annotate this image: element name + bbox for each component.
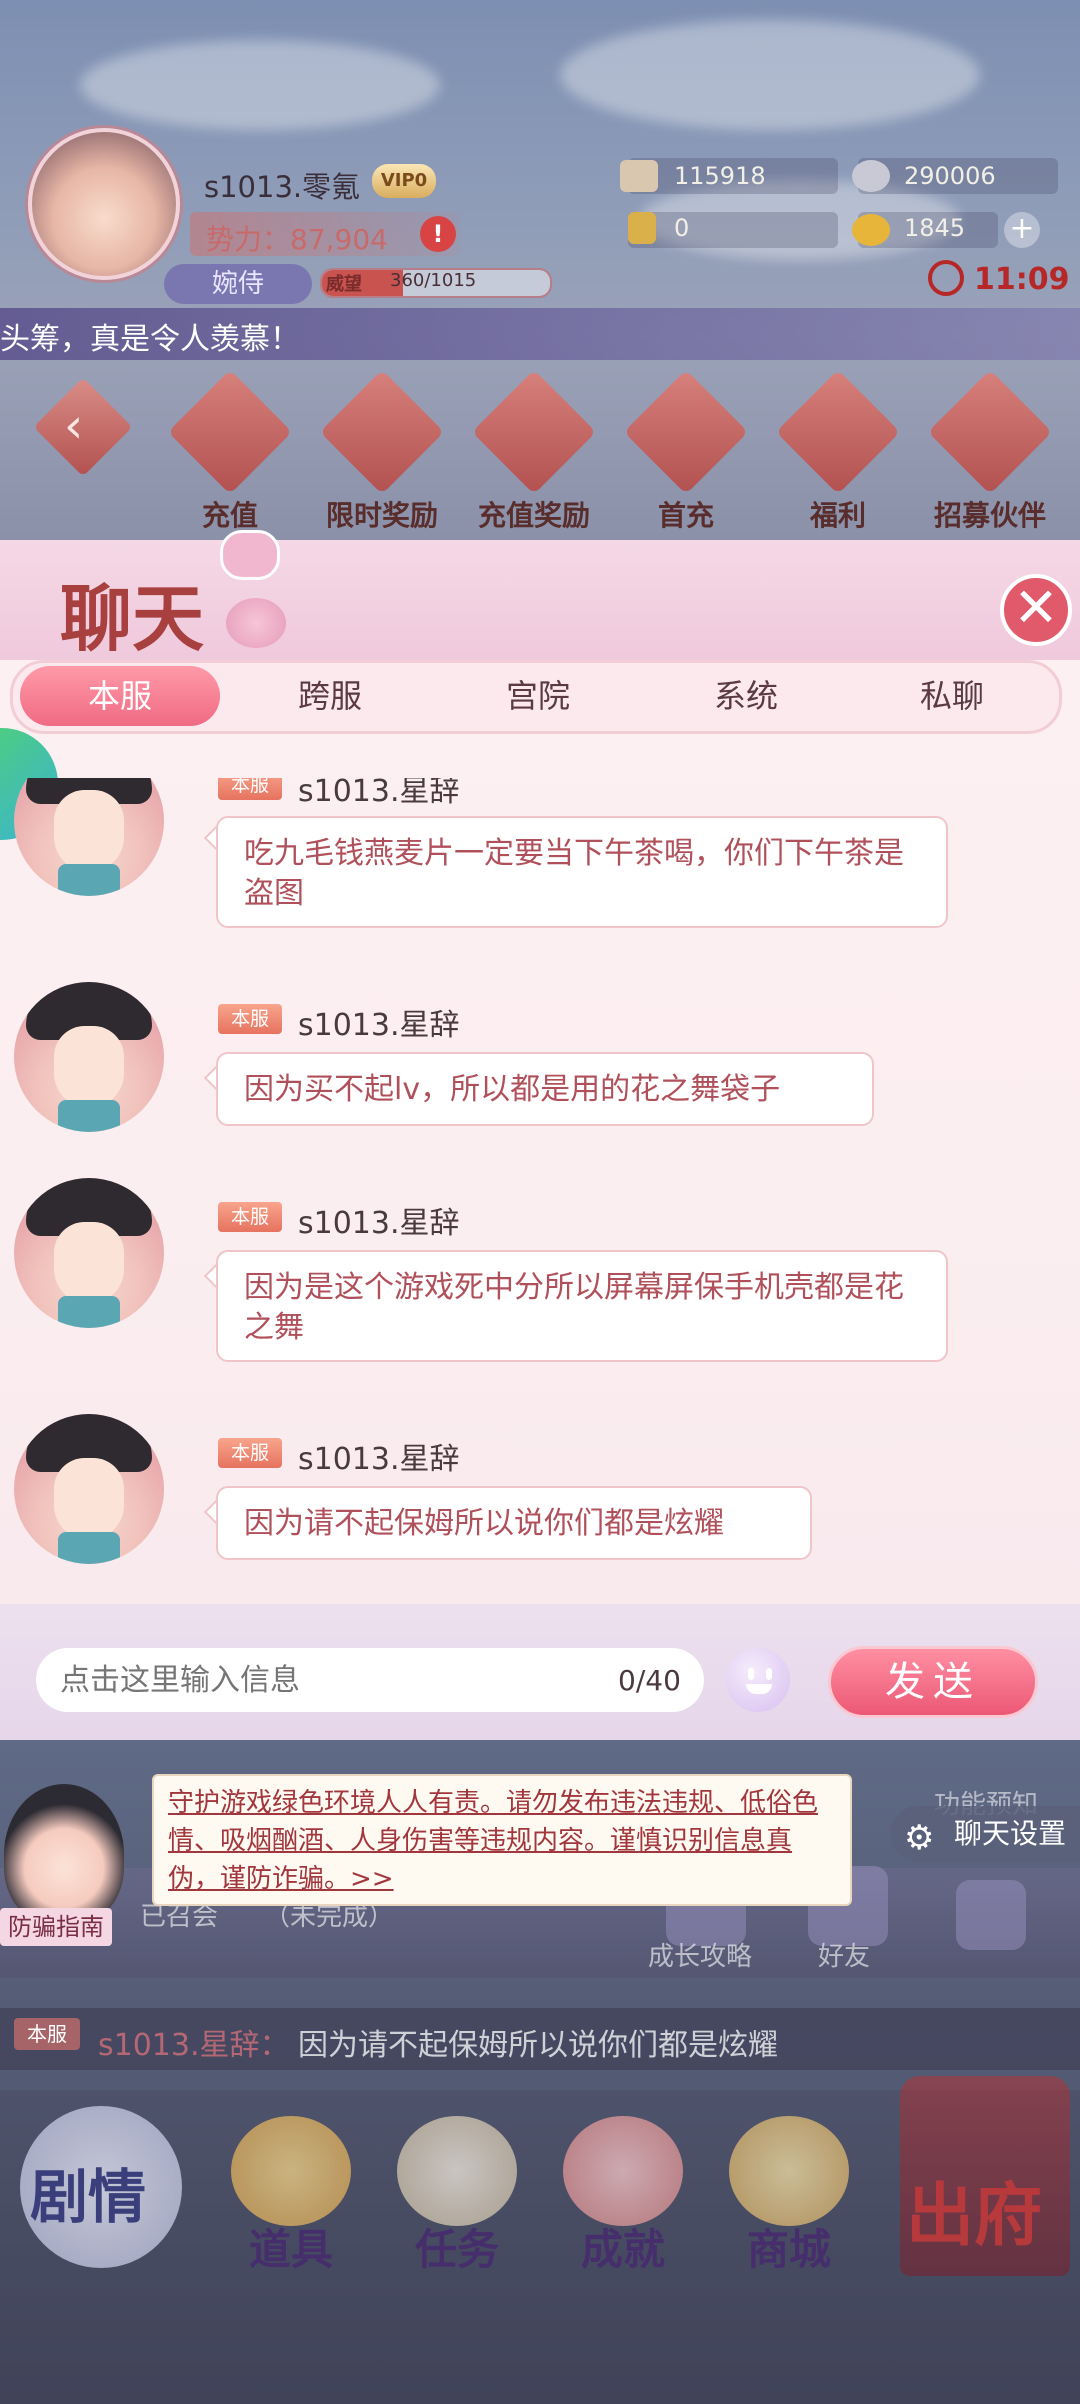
nav-tasks[interactable]: 任务	[382, 2116, 532, 2277]
feature-icon[interactable]	[956, 1880, 1026, 1950]
tab-local-server[interactable]: 本服	[20, 666, 220, 726]
gold-ingot-icon	[852, 214, 890, 246]
character-count: 0/40	[618, 1664, 681, 1697]
tab-cross-server[interactable]: 跨服	[230, 666, 430, 726]
message-bubble: 吃九毛钱燕麦片一定要当下午茶喝，你们下午茶是盗图	[216, 816, 948, 928]
fn-welfare[interactable]: 福利	[768, 369, 908, 534]
message-bubble: 因为请不起保姆所以说你们都是炫耀	[216, 1486, 812, 1560]
server-tag: 本服	[218, 778, 282, 800]
chevron-left-icon: ‹	[64, 398, 84, 454]
leave-mansion-label: 出府	[906, 2176, 1043, 2256]
flower-icon	[226, 598, 286, 648]
message-sender[interactable]: s1013.星辞	[298, 1000, 460, 1044]
clock-time: 11:09	[974, 262, 1070, 297]
fn-label: 充值	[201, 499, 258, 532]
resource-value-3: 0	[674, 214, 690, 242]
ticker-server-tag: 本服	[14, 2018, 80, 2050]
reward-icon	[319, 369, 445, 495]
message-avatar[interactable]	[14, 1178, 164, 1328]
tab-palace[interactable]: 宫院	[438, 666, 638, 726]
chat-message-input[interactable]	[36, 1648, 704, 1712]
resource-value-1: 115918	[674, 162, 766, 190]
fn-recruit-partner[interactable]: 招募伙伴	[920, 369, 1060, 534]
vip-badge[interactable]: VIP0	[372, 164, 436, 198]
message-sender[interactable]: s1013.星辞	[298, 1198, 460, 1242]
fn-recharge[interactable]: 充值	[160, 369, 300, 534]
anti-fraud-notice[interactable]: 守护游戏绿色环境人人有责。请勿发布违法违规、低俗色情、吸烟酗酒、人身伤害等违规内…	[152, 1774, 852, 1906]
send-button[interactable]: 发送	[828, 1646, 1038, 1718]
rank-badge: 婉侍	[164, 264, 312, 304]
power-value: 势力：87,904	[206, 223, 388, 256]
nav-shop[interactable]: 商城	[714, 2116, 864, 2277]
treasure-icon	[471, 369, 597, 495]
clock-icon	[928, 260, 964, 296]
fn-label: 首充	[657, 499, 714, 532]
server-tag: 本服	[218, 1202, 282, 1232]
scroll-task-icon	[397, 2116, 517, 2226]
fn-label: 充值奖励	[477, 499, 590, 532]
server-tag: 本服	[218, 1004, 282, 1034]
player-name: s1013.零氪	[204, 170, 361, 204]
message-avatar[interactable]	[14, 778, 164, 896]
story-label: 剧情	[30, 2163, 147, 2231]
bag-icon	[231, 2116, 351, 2226]
message-bubble: 因为买不起lv，所以都是用的花之舞袋子	[216, 1052, 874, 1126]
ingot-icon	[623, 369, 749, 495]
message-avatar[interactable]	[14, 982, 164, 1132]
anti-fraud-guide-label[interactable]: 防骗指南	[0, 1908, 112, 1946]
fn-limited-reward[interactable]: 限时奖励	[312, 369, 452, 534]
gift-box-icon	[167, 369, 293, 495]
fn-recharge-reward[interactable]: 充值奖励	[464, 369, 604, 534]
emoji-icon	[748, 1668, 754, 1680]
chat-bubble-icon	[220, 530, 280, 580]
growth-guide-label: 成长攻略	[648, 1942, 753, 1972]
prestige-label: 威望	[326, 274, 362, 295]
power-alert-icon[interactable]: !	[420, 216, 456, 252]
prestige-value: 360/1015	[390, 270, 477, 291]
fn-label: 福利	[809, 499, 866, 532]
message-bubble: 因为是这个游戏死中分所以屏幕屏保手机壳都是花之舞	[216, 1250, 948, 1362]
emoji-button[interactable]	[726, 1648, 790, 1712]
tab-system[interactable]: 系统	[646, 666, 846, 726]
close-button[interactable]: ✕	[1000, 574, 1072, 646]
message-sender[interactable]: s1013.星辞	[298, 778, 460, 810]
nav-items[interactable]: 道具	[216, 2116, 366, 2277]
resource-value-2: 290006	[904, 162, 996, 190]
ticker-sender: s1013.星辞：	[98, 2028, 290, 2063]
scroll-icon	[620, 160, 658, 192]
message-sender[interactable]: s1013.星辞	[298, 1434, 460, 1478]
ticker-message: 因为请不起保姆所以说你们都是炫耀	[298, 2028, 778, 2063]
silver-icon	[852, 160, 890, 192]
emoji-icon	[766, 1668, 772, 1680]
fn-label: 招募伙伴	[933, 499, 1046, 532]
announcement-text: 头筹，真是令人羡慕！	[0, 322, 300, 357]
token-icon	[628, 212, 656, 244]
shop-icon	[729, 2116, 849, 2226]
add-currency-icon[interactable]: +	[1004, 212, 1040, 248]
gear-icon: ⚙	[904, 1818, 935, 1858]
fn-label: 限时奖励	[325, 499, 438, 532]
server-tag: 本服	[218, 1438, 282, 1468]
nav-achievements[interactable]: 成就	[548, 2116, 698, 2277]
welfare-icon	[775, 369, 901, 495]
message-avatar[interactable]	[14, 1414, 164, 1564]
mascot-avatar[interactable]	[4, 1784, 124, 1924]
resource-value-4: 1845	[904, 214, 966, 242]
fan-icon	[563, 2116, 683, 2226]
scroll-recruit-icon	[927, 369, 1053, 495]
friends-label: 好友	[818, 1942, 871, 1972]
player-avatar[interactable]	[28, 128, 180, 280]
resource-row-3	[628, 212, 838, 248]
chat-title: 聊天	[60, 576, 205, 661]
fn-first-recharge[interactable]: 首充	[616, 369, 756, 534]
tab-private[interactable]: 私聊	[852, 666, 1052, 726]
